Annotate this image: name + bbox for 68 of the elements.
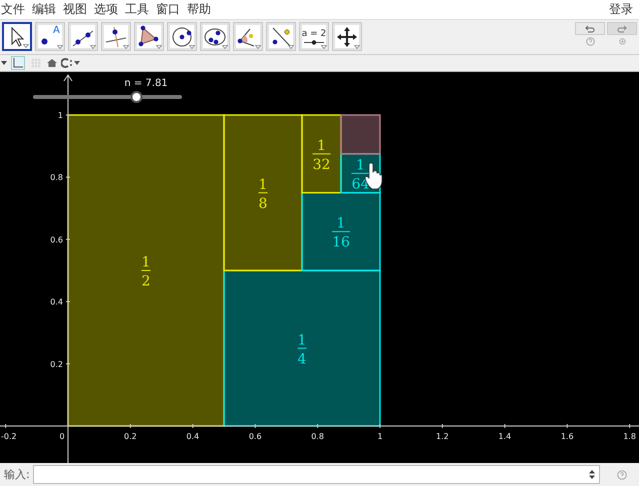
fraction-label: 1 2 <box>141 254 151 290</box>
polygon-tool-icon <box>137 24 161 48</box>
caret-icon <box>222 45 228 49</box>
axis-label: 0.6 <box>50 235 63 244</box>
spinner-icon <box>589 470 595 479</box>
perpendicular-tool-icon <box>104 24 128 48</box>
axis-label: -0.2 <box>1 432 17 441</box>
sign-in-link[interactable]: 登录 <box>609 1 633 18</box>
home-icon[interactable] <box>47 58 57 68</box>
grid-icon <box>31 58 41 68</box>
fraction-label: 1 8 <box>258 176 268 212</box>
caret-icon <box>189 45 195 49</box>
tool-button[interactable]: A <box>35 22 65 51</box>
grid-toggle[interactable] <box>29 56 43 70</box>
menu-item[interactable]: 编辑 <box>32 1 56 18</box>
caret-icon <box>123 45 129 49</box>
redo-button[interactable] <box>607 22 637 35</box>
undo-button[interactable] <box>575 22 605 35</box>
menu-item[interactable]: 帮助 <box>187 1 211 18</box>
fraction-label: 1 32 <box>312 138 331 173</box>
tool-button[interactable] <box>2 22 32 51</box>
caret-icon <box>57 45 63 49</box>
axis-label: 0 <box>59 432 65 441</box>
axis-label: 0.8 <box>311 432 324 441</box>
caret-icon <box>255 45 261 49</box>
point-capture-icon[interactable] <box>61 58 81 68</box>
axis-label: 0.2 <box>124 432 137 441</box>
input-label: 输入: <box>4 467 30 482</box>
caret-icon <box>354 45 360 49</box>
axis-label: 1.8 <box>623 432 636 441</box>
redo-icon <box>617 24 627 32</box>
axis-label: 0.8 <box>50 173 63 182</box>
menu-item[interactable]: 工具 <box>125 1 149 18</box>
tool-caption: A <box>53 25 60 36</box>
tool-caption: a = 2 <box>302 28 326 38</box>
circle-tool-icon <box>170 24 194 48</box>
slider-icon <box>302 40 325 44</box>
point-icon <box>40 38 48 45</box>
menu-item[interactable]: 文件 <box>1 1 25 18</box>
axes-icon <box>13 58 23 68</box>
tool-button[interactable]: a = 2 <box>299 22 329 51</box>
axis-label: 0.2 <box>50 360 63 369</box>
axis-label: 1 <box>58 111 63 120</box>
fraction-label: 1 16 <box>332 216 350 251</box>
undo-icon <box>585 24 595 32</box>
axis-label: 1.2 <box>436 432 449 441</box>
menu-item[interactable]: 选项 <box>94 1 118 18</box>
move-tool-icon <box>335 24 359 48</box>
fraction-label: 1 4 <box>297 332 307 368</box>
axis-label: 0.4 <box>186 432 200 441</box>
slider-track[interactable] <box>33 91 182 103</box>
axis-label: 1 <box>377 432 383 441</box>
dropdown-icon[interactable] <box>1 61 7 65</box>
caret-icon <box>288 45 294 49</box>
axis-label: 0.6 <box>248 432 262 441</box>
slider-label: n = 7.81 <box>124 78 168 89</box>
caret-icon <box>23 44 29 48</box>
caret-icon <box>90 45 96 49</box>
slider-thumb[interactable] <box>130 91 142 103</box>
menu-item[interactable]: 窗口 <box>156 1 180 18</box>
input-field[interactable] <box>32 465 600 484</box>
caret-icon <box>321 45 327 49</box>
axis-label: 0.4 <box>50 298 63 307</box>
menu-item[interactable]: 视图 <box>63 1 87 18</box>
axis-label: 1.4 <box>498 432 512 441</box>
axis-label: 1.6 <box>560 432 574 441</box>
graphics-view-toggle[interactable] <box>11 56 25 70</box>
caret-icon <box>156 45 162 49</box>
